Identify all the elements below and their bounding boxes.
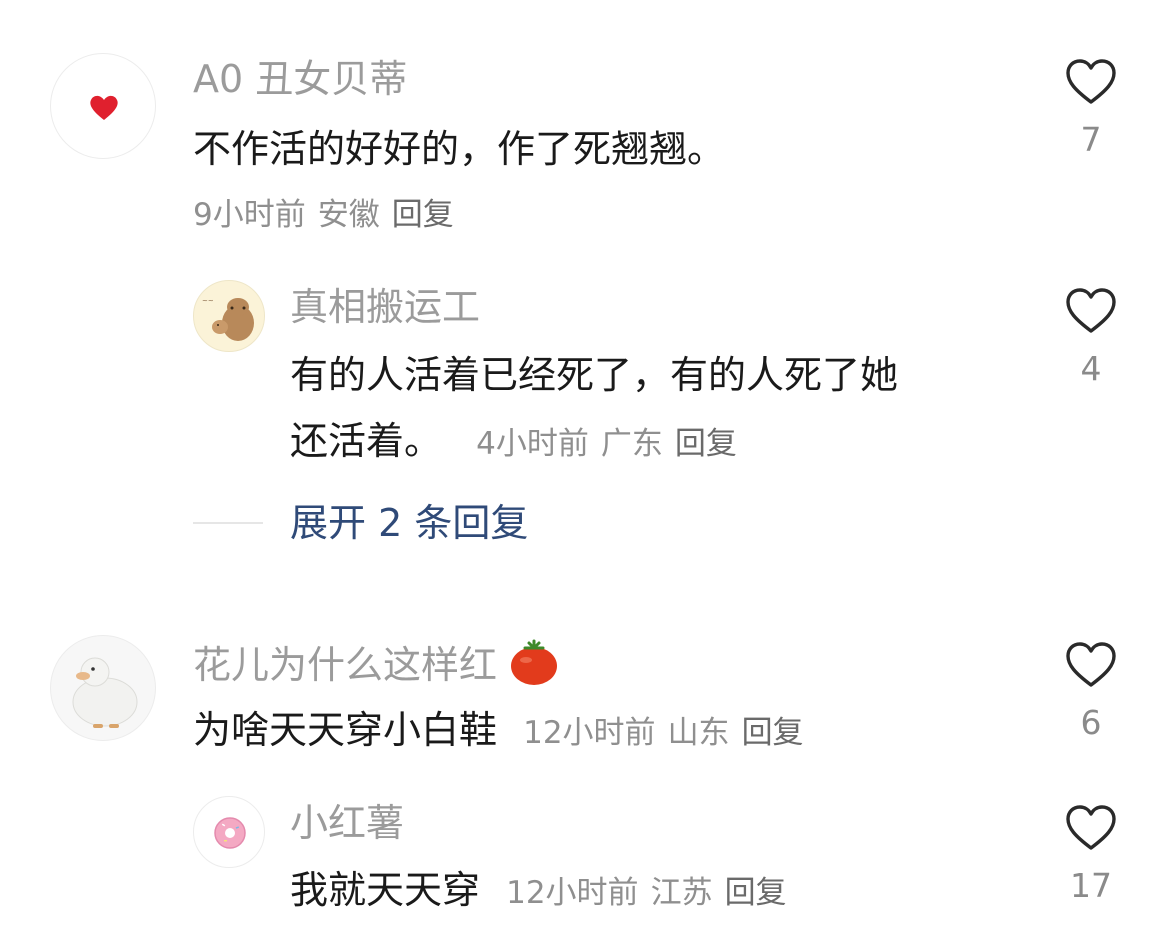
comment-text: 有的人活着已经死了，有的人死了她: [290, 353, 899, 397]
comment-text: 我就天天穿: [290, 868, 481, 912]
comment-text: 为啥天天穿小白鞋: [193, 708, 498, 752]
like-button[interactable]: 17: [1056, 804, 1126, 906]
comment-time: 9小时前: [193, 197, 306, 233]
reply-button[interactable]: 回复: [725, 875, 787, 911]
comment-location: 广东: [600, 426, 663, 462]
comment-location: 山东: [667, 715, 730, 751]
comment-body: 我就天天穿 12小时前 江苏 回复: [290, 857, 799, 926]
username-text: 花儿为什么这样红: [193, 643, 498, 687]
comment-meta: 12小时前 山东 回复: [523, 715, 815, 751]
heart-outline-icon: [1066, 642, 1116, 687]
username[interactable]: 小红薯: [290, 800, 404, 846]
comment-meta: 12小时前 江苏 回复: [506, 875, 798, 911]
tomato-icon: [511, 639, 558, 685]
avatar[interactable]: ~~: [193, 280, 265, 352]
expand-replies-button[interactable]: 展开 2 条回复: [290, 498, 528, 548]
comment-meta: 4小时前 广东 回复: [476, 426, 749, 462]
comment-body: 为啥天天穿小白鞋 12小时前 山东 回复: [193, 697, 816, 766]
comment-text-line2: 还活着。: [290, 419, 443, 463]
comment-time: 12小时前: [506, 875, 639, 911]
svg-text:~~: ~~: [202, 297, 214, 305]
reply-button[interactable]: 回复: [675, 426, 737, 462]
duck-icon: [72, 657, 138, 728]
avatar[interactable]: [193, 796, 265, 868]
comment-location: 江苏: [650, 875, 713, 911]
heart-outline-icon: [1066, 59, 1116, 104]
comment-meta: 9小时前 安徽 回复: [193, 195, 466, 235]
donut-icon: [214, 817, 246, 849]
heart-outline-icon: [1066, 288, 1116, 333]
comment-text-continued: 还活着。 4小时前 广东 回复: [290, 408, 749, 477]
like-count: 4: [1080, 349, 1102, 388]
heart-outline-icon: [1066, 805, 1116, 850]
like-count: 17: [1070, 866, 1112, 905]
reply-button[interactable]: 回复: [742, 715, 804, 751]
like-count: 6: [1080, 703, 1102, 742]
avatar[interactable]: [50, 635, 156, 741]
like-count: 7: [1080, 120, 1102, 159]
expand-divider: [193, 522, 263, 524]
username[interactable]: 花儿为什么这样红: [193, 638, 559, 688]
username[interactable]: 真相搬运工: [290, 284, 480, 330]
username[interactable]: A0 丑女贝蒂: [193, 56, 407, 102]
capybara-icon: ~~: [202, 297, 254, 341]
comment-time: 12小时前: [523, 715, 656, 751]
reply-button[interactable]: 回复: [392, 197, 454, 233]
avatar[interactable]: [50, 53, 156, 159]
comment-time: 4小时前: [476, 426, 589, 462]
comment-location: 安徽: [317, 197, 380, 233]
comment-text: 不作活的好好的，作了死翘翘。: [193, 127, 726, 171]
like-button[interactable]: 6: [1056, 641, 1126, 743]
red-heart-icon: [90, 95, 118, 120]
like-button[interactable]: 4: [1056, 287, 1126, 389]
like-button[interactable]: 7: [1056, 58, 1126, 160]
